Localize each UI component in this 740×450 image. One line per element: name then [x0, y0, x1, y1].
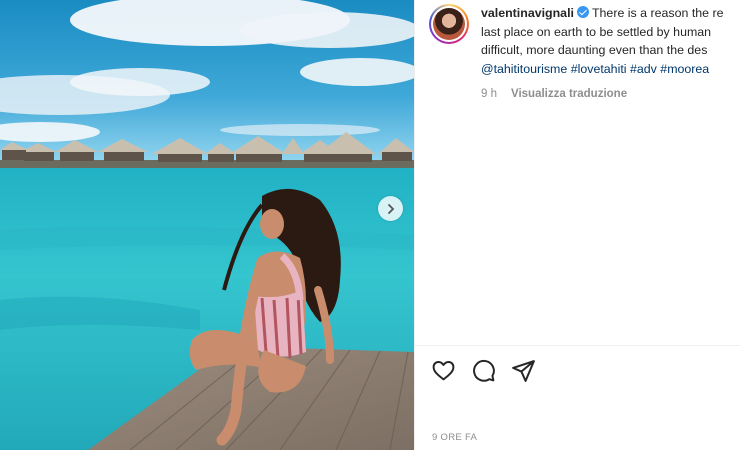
mention-link[interactable]: @tahititourisme: [481, 62, 567, 76]
share-icon[interactable]: [511, 358, 536, 383]
relative-time: 9 h: [481, 88, 497, 100]
caption-row: valentinavignali There is a reason the re…: [429, 4, 740, 78]
avatar[interactable]: [429, 4, 469, 44]
caption-tags: @tahititourisme #lovetahiti #adv #moorea: [481, 60, 740, 79]
next-photo-button[interactable]: [378, 196, 403, 221]
caption-line-3: difficult, more daunting even than the d…: [481, 43, 708, 57]
action-bar: [431, 358, 536, 383]
post-caption: valentinavignali There is a reason the re…: [481, 4, 740, 78]
hashtag-link[interactable]: #moorea: [660, 62, 709, 76]
post-timestamp[interactable]: 9 ORE FA: [432, 432, 477, 443]
instagram-post: valentinavignali There is a reason the re…: [0, 0, 740, 450]
heart-icon[interactable]: [431, 358, 456, 383]
post-side-panel: valentinavignali There is a reason the re…: [414, 0, 740, 450]
translate-button[interactable]: Visualizza traduzione: [511, 88, 627, 100]
comment-icon[interactable]: [471, 358, 496, 383]
tahiti-photo: [0, 0, 414, 450]
username-link[interactable]: valentinavignali: [481, 6, 574, 20]
hashtag-link[interactable]: #lovetahiti: [571, 62, 627, 76]
divider: [415, 345, 740, 346]
caption-meta: 9 h Visualizza traduzione: [481, 88, 627, 100]
caption-line-1: There is a reason the re: [591, 6, 724, 20]
post-photo[interactable]: [0, 0, 414, 450]
chevron-right-icon: [387, 203, 394, 214]
hashtag-link[interactable]: #adv: [630, 62, 657, 76]
avatar-image: [433, 8, 465, 40]
caption-line-2: last place on earth to be settled by hum…: [481, 24, 712, 39]
verified-badge-icon: [576, 6, 589, 18]
